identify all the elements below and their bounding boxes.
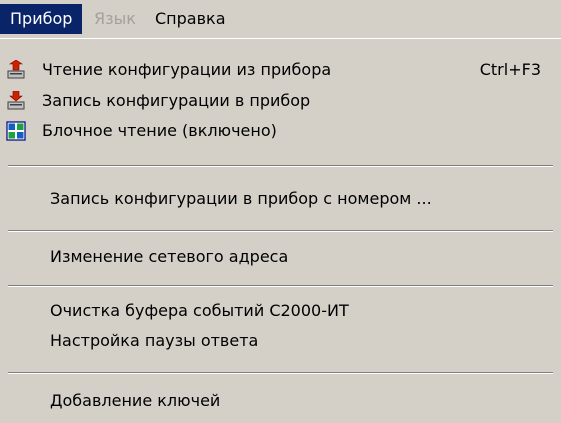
menu-separator bbox=[8, 285, 553, 287]
menu-item-label: Добавление ключей bbox=[50, 391, 221, 410]
block-grid-icon bbox=[6, 121, 26, 141]
menu-separator bbox=[8, 165, 553, 167]
menu-item-label: Настройка паузы ответа bbox=[50, 331, 259, 350]
menu-item-read-config[interactable]: Чтение конфигурации из прибора Ctrl+F3 bbox=[0, 55, 561, 85]
menu-bar: Прибор Язык Справка bbox=[0, 0, 561, 38]
menu-separator bbox=[8, 372, 553, 374]
menu-yazyk[interactable]: Язык bbox=[84, 4, 146, 34]
read-from-device-icon bbox=[7, 60, 25, 79]
dropdown-menu: Чтение конфигурации из прибора Ctrl+F3 З… bbox=[0, 38, 561, 423]
menu-item-change-network-address[interactable]: Изменение сетевого адреса bbox=[0, 242, 561, 272]
menu-item-write-config-with-number[interactable]: Запись конфигурации в прибор с номером .… bbox=[0, 184, 561, 214]
menu-item-label: Блочное чтение (включено) bbox=[42, 121, 277, 140]
menu-item-label: Запись конфигурации в прибор с номером .… bbox=[50, 189, 432, 208]
menu-item-write-config[interactable]: Запись конфигурации в прибор bbox=[0, 86, 561, 116]
menu-item-label: Чтение конфигурации из прибора bbox=[42, 60, 332, 79]
menu-spravka[interactable]: Справка bbox=[145, 4, 236, 34]
menu-separator bbox=[8, 230, 553, 232]
menu-item-label: Очистка буфера событий С2000-ИТ bbox=[50, 301, 349, 320]
menu-pribor[interactable]: Прибор bbox=[0, 4, 83, 34]
menu-item-response-pause[interactable]: Настройка паузы ответа bbox=[0, 326, 561, 356]
write-to-device-icon bbox=[7, 91, 25, 110]
menu-item-label: Запись конфигурации в прибор bbox=[42, 91, 311, 110]
shortcut-label: Ctrl+F3 bbox=[479, 60, 541, 79]
menu-item-block-read[interactable]: Блочное чтение (включено) bbox=[0, 116, 561, 146]
menu-item-label: Изменение сетевого адреса bbox=[50, 247, 289, 266]
menu-item-clear-event-buffer[interactable]: Очистка буфера событий С2000-ИТ bbox=[0, 296, 561, 326]
menu-item-add-keys[interactable]: Добавление ключей bbox=[0, 386, 561, 416]
